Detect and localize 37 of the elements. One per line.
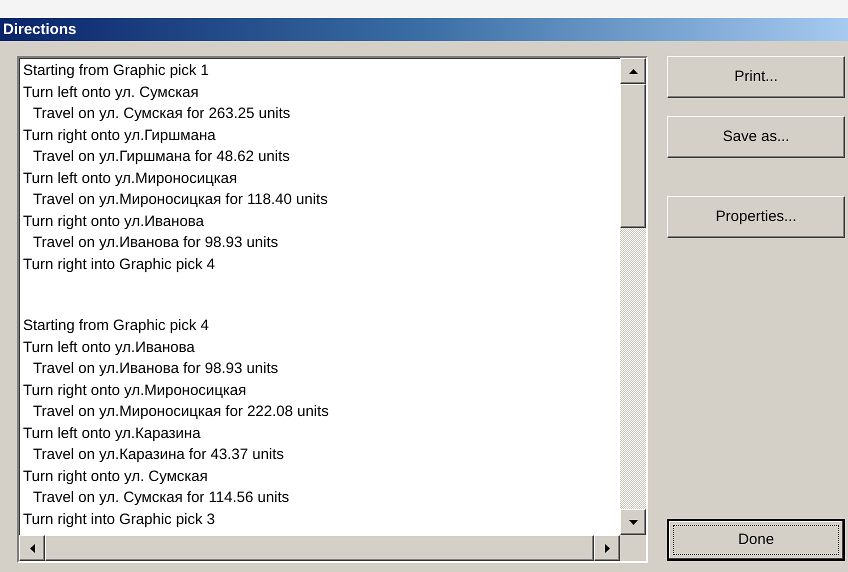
direction-line: Turn left onto ул.Мироносицкая: [23, 168, 238, 188]
direction-line: Turn right onto ул.Иванова: [23, 212, 204, 232]
direction-line: Turn right onto ул.Гиршмана: [23, 126, 216, 146]
scroll-down-button[interactable]: [620, 509, 646, 535]
scroll-thumb[interactable]: [620, 84, 646, 228]
direction-line: Turn right onto ул. Сумская: [23, 466, 208, 486]
left-arrow-icon: [30, 544, 34, 552]
direction-line: Turn left onto ул. Сумская: [23, 82, 199, 102]
direction-line: Starting from Graphic pick 4: [23, 316, 209, 336]
direction-line: Turn left onto ул.Каразина: [23, 424, 201, 444]
scroll-left-button[interactable]: [19, 535, 45, 561]
direction-line: Travel on ул.Мироносицкая for 118.40 units: [32, 190, 328, 210]
dialog-button[interactable]: Print...: [667, 56, 845, 98]
directions-list[interactable]: [17, 56, 648, 563]
direction-line: Travel on ул.Мироносицкая for 222.08 units: [32, 402, 329, 422]
direction-line: Travel on ул.Каразина for 43.37 units: [32, 445, 284, 465]
scrollbar-corner: [620, 535, 646, 561]
up-arrow-icon: [628, 68, 638, 74]
direction-line: Travel on ул. Сумская for 114.56 units: [32, 488, 290, 508]
vertical-scrollbar[interactable]: [620, 58, 646, 535]
down-arrow-icon: [628, 520, 638, 524]
direction-line: Travel on ул. Сумская for 263.25 units: [32, 104, 290, 124]
dialog-button[interactable]: Save as...: [667, 116, 845, 158]
dialog-button[interactable]: Done: [667, 519, 845, 561]
window-title: Directions: [3, 22, 76, 37]
direction-line: Turn right onto ул.Мироносицкая: [23, 380, 246, 400]
direction-line: Travel on ул.Иванова for 98.93 units: [32, 233, 278, 253]
direction-line: Starting from Graphic pick 1: [23, 61, 209, 81]
right-arrow-icon: [604, 544, 610, 552]
scroll-right-button[interactable]: [594, 535, 620, 561]
dialog-button[interactable]: Properties...: [667, 196, 845, 238]
direction-line: Turn right into Graphic pick 3: [23, 510, 216, 530]
direction-line: Travel on ул.Гиршмана for 48.62 units: [32, 147, 290, 167]
direction-line: Travel on ул.Иванова for 98.93 units: [32, 359, 278, 379]
direction-line: Turn right into Graphic pick 4: [23, 254, 216, 274]
scroll-up-button[interactable]: [620, 58, 646, 84]
direction-line: Turn left onto ул.Иванова: [23, 338, 195, 358]
